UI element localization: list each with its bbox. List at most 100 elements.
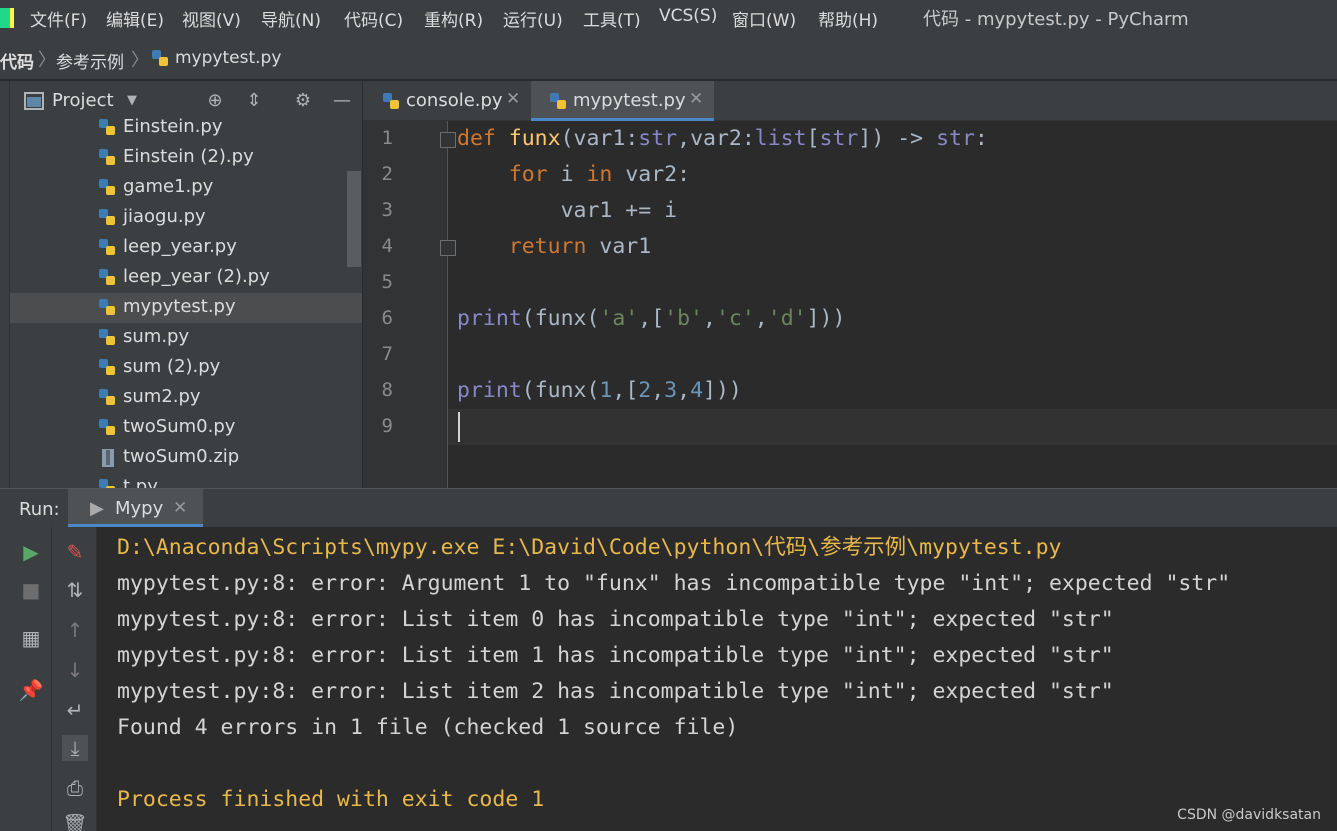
tree-file-item[interactable]: t.py: [10, 473, 362, 488]
print-icon[interactable]: ⎙: [62, 775, 88, 801]
console-line: D:\Anaconda\Scripts\mypy.exe E:\David\Co…: [117, 535, 1062, 560]
rerun-icon[interactable]: ▶: [18, 539, 44, 565]
line-number: 9: [381, 415, 393, 437]
menu-code[interactable]: 代码(C): [344, 6, 403, 31]
clear-icon[interactable]: ✎: [62, 539, 88, 565]
menu-help[interactable]: 帮助(H): [818, 6, 878, 31]
menu-window[interactable]: 窗口(W): [732, 6, 796, 31]
line-number: 8: [381, 379, 393, 401]
tree-file-item[interactable]: twoSum0.py: [10, 413, 362, 443]
python-file-icon: [99, 179, 115, 195]
menu-vcs[interactable]: VCS(S): [659, 6, 717, 26]
python-file-icon: [99, 119, 115, 135]
file-name: leep_year (2).py: [123, 266, 270, 287]
breadcrumb-separator-icon: 〉: [131, 50, 149, 71]
tab-label: mypytest.py: [573, 90, 686, 111]
tool-window-strip: [0, 81, 10, 488]
project-title[interactable]: Project: [52, 90, 114, 111]
file-name: sum2.py: [123, 386, 201, 407]
tree-file-item[interactable]: leep_year.py: [10, 233, 362, 263]
tree-file-item[interactable]: sum2.py: [10, 383, 362, 413]
python-file-icon: [99, 269, 115, 285]
run-panel: Run: ▶ Mypy ✕ ▶ ■ ▦ 📌 ✎ ⇅ ↑ ↓ ↵ ⤓ ⎙ 🗑 D:…: [0, 488, 1337, 831]
tree-file-item[interactable]: Einstein (2).py: [10, 143, 362, 173]
soft-wrap-icon[interactable]: ↵: [62, 697, 88, 723]
minimize-icon[interactable]: —: [332, 91, 352, 111]
scroll-to-end-icon[interactable]: ⤓: [62, 735, 88, 761]
menu-view[interactable]: 视图(V): [182, 6, 241, 31]
tree-file-item[interactable]: sum (2).py: [10, 353, 362, 383]
file-name: Einstein (2).py: [123, 146, 254, 167]
arrow-down-icon[interactable]: ↓: [62, 657, 88, 683]
file-name: jiaogu.py: [123, 206, 206, 227]
code-line: def funx(var1:str,var2:list[str]) -> str…: [457, 126, 988, 151]
file-name: mypytest.py: [123, 296, 236, 317]
menu-tools[interactable]: 工具(T): [583, 6, 641, 31]
close-icon[interactable]: ✕: [689, 89, 703, 109]
tree-scrollbar[interactable]: [347, 171, 361, 267]
tab-mypytest-py[interactable]: mypytest.py ✕: [531, 81, 714, 121]
code-line: var1 += i: [560, 198, 678, 223]
run-header: Run: ▶ Mypy ✕: [0, 489, 1337, 527]
arrow-up-icon[interactable]: ↑: [62, 617, 88, 643]
current-line-highlight: [363, 409, 1337, 445]
tab-label: console.py: [406, 90, 503, 111]
stop-icon[interactable]: ■: [18, 577, 44, 603]
collapse-all-icon[interactable]: ⇕: [244, 91, 264, 111]
tree-file-item[interactable]: Einstein.py: [10, 113, 362, 143]
line-number: 5: [381, 271, 393, 293]
watermark: CSDN @davidksatan: [1177, 807, 1321, 823]
menu-file[interactable]: 文件(F): [30, 6, 87, 31]
close-icon[interactable]: ✕: [506, 89, 520, 109]
close-icon[interactable]: ✕: [173, 498, 187, 518]
tree-file-item[interactable]: game1.py: [10, 173, 362, 203]
file-name: sum.py: [123, 326, 190, 347]
tree-file-item[interactable]: jiaogu.py: [10, 203, 362, 233]
project-view-icon: [24, 92, 44, 110]
file-name: t.py: [123, 476, 158, 488]
trash-icon[interactable]: 🗑: [62, 811, 88, 831]
python-file-icon: [152, 50, 168, 66]
pycharm-logo-icon: [0, 8, 14, 28]
console-line: Process finished with exit code 1: [117, 787, 545, 812]
menu-run[interactable]: 运行(U): [503, 6, 563, 31]
python-file-icon: [99, 149, 115, 165]
menu-navigate[interactable]: 导航(N): [261, 6, 321, 31]
console-line: mypytest.py:8: error: List item 0 has in…: [117, 607, 1114, 632]
breadcrumb-file[interactable]: mypytest.py: [175, 48, 281, 68]
text-caret: [458, 412, 460, 442]
locate-file-icon[interactable]: ⊕: [205, 91, 225, 111]
menu-refactor[interactable]: 重构(R): [424, 6, 483, 31]
code-line: for i in var2:: [508, 162, 691, 187]
file-name: Einstein.py: [123, 116, 223, 137]
fold-marker-icon[interactable]: [440, 132, 456, 148]
tree-file-item[interactable]: mypytest.py: [10, 293, 362, 323]
python-file-icon: [99, 239, 115, 255]
run-config-icon: ▶: [90, 498, 104, 519]
console-line: mypytest.py:8: error: List item 1 has in…: [117, 643, 1114, 668]
sort-icon[interactable]: ⇅: [62, 577, 88, 603]
chevron-down-icon[interactable]: ▼: [122, 91, 142, 111]
gear-icon[interactable]: ⚙: [293, 91, 313, 111]
tree-file-item[interactable]: leep_year (2).py: [10, 263, 362, 293]
python-file-icon: [99, 359, 115, 375]
console-toolbar: ✎ ⇅ ↑ ↓ ↵ ⤓ ⎙ 🗑: [52, 527, 97, 831]
menu-edit[interactable]: 编辑(E): [106, 6, 164, 31]
fold-marker-icon[interactable]: [440, 240, 456, 256]
tab-console-py[interactable]: console.py ✕: [363, 81, 527, 121]
breadcrumb-root[interactable]: 代码: [0, 48, 34, 73]
tab-mypy[interactable]: ▶ Mypy ✕: [68, 489, 203, 527]
code-editor[interactable]: 1 2 3 4 5 6 7 8 9 def funx(var1:str,var2:list[st…: [363, 121, 1337, 488]
breadcrumb-folder[interactable]: 参考示例: [56, 48, 124, 73]
tree-file-item[interactable]: sum.py: [10, 323, 362, 353]
layout-icon[interactable]: ▦: [18, 625, 44, 651]
pin-icon[interactable]: 📌: [18, 677, 44, 703]
console-line: Found 4 errors in 1 file (checked 1 sour…: [117, 715, 739, 740]
line-number: 1: [381, 127, 393, 149]
tree-file-item[interactable]: twoSum0.zip: [10, 443, 362, 473]
line-number: 7: [381, 343, 393, 365]
code-line: return var1: [508, 234, 652, 259]
python-file-icon: [99, 299, 115, 315]
python-file-icon: [99, 209, 115, 225]
python-file-icon: [99, 329, 115, 345]
